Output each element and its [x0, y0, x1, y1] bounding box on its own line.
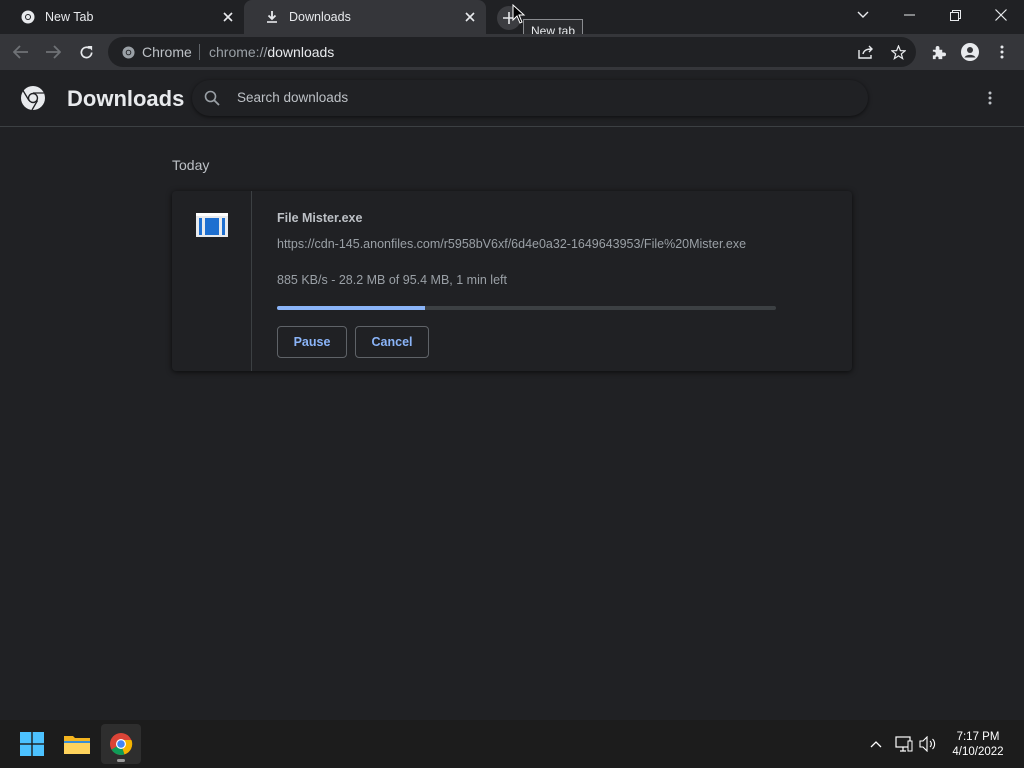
tab-search-icon[interactable]: [840, 0, 886, 30]
pause-button[interactable]: Pause: [277, 326, 347, 358]
site-label: Chrome: [142, 44, 192, 60]
chrome-logo-icon: [21, 86, 45, 111]
show-hidden-icons-icon[interactable]: [866, 734, 886, 754]
page-title: Downloads: [67, 86, 185, 111]
downloads-header: Downloads Search downloads: [0, 70, 1024, 127]
chrome-site-icon: [120, 44, 136, 60]
start-icon[interactable]: [12, 724, 52, 764]
download-progress-bar: [277, 306, 776, 310]
mouse-cursor-icon: [512, 4, 526, 24]
cancel-button[interactable]: Cancel: [355, 326, 429, 358]
search-icon: [204, 90, 220, 106]
clock-date: 4/10/2022: [952, 746, 1004, 758]
network-icon[interactable]: [894, 734, 914, 754]
file-icon-column: [172, 191, 252, 371]
clock-time: 7:17 PM: [956, 731, 1000, 743]
more-options-icon[interactable]: [976, 84, 1004, 112]
file-explorer-icon[interactable]: [57, 724, 97, 764]
bookmark-star-icon[interactable]: [883, 37, 913, 67]
reload-icon[interactable]: [71, 37, 101, 67]
extensions-icon[interactable]: [923, 37, 953, 67]
restore-icon[interactable]: [932, 0, 978, 30]
chrome-taskbar-icon[interactable]: [101, 724, 141, 764]
search-placeholder: Search downloads: [237, 90, 349, 105]
date-group-label: Today: [172, 157, 210, 173]
download-file-name[interactable]: File Mister.exe: [277, 211, 362, 225]
url-path: downloads: [267, 44, 335, 60]
search-downloads-input[interactable]: Search downloads: [192, 80, 868, 116]
back-icon[interactable]: [6, 37, 36, 67]
browser-toolbar: Chrome chrome://downloads: [0, 34, 1024, 70]
download-item: File Mister.exe https://cdn-145.anonfile…: [172, 191, 852, 371]
forward-icon[interactable]: [38, 37, 68, 67]
tab-title: Downloads: [289, 10, 351, 24]
minimize-icon[interactable]: [886, 0, 932, 30]
close-tab-icon[interactable]: [218, 7, 238, 27]
tab-downloads[interactable]: Downloads: [244, 0, 486, 34]
share-icon[interactable]: [851, 37, 881, 67]
chrome-icon: [20, 9, 36, 25]
download-icon: [264, 9, 280, 25]
download-status: 885 KB/s - 28.2 MB of 95.4 MB, 1 min lef…: [277, 273, 507, 287]
download-source-url[interactable]: https://cdn-145.anonfiles.com/r5958bV6xf…: [277, 237, 746, 251]
system-clock[interactable]: 7:17 PM 4/10/2022: [944, 730, 1012, 760]
windows-taskbar: 7:17 PM 4/10/2022: [0, 720, 1024, 768]
omnibox-divider: [199, 44, 200, 60]
close-window-icon[interactable]: [978, 0, 1024, 30]
close-tab-icon[interactable]: [460, 7, 480, 27]
executable-file-icon: [196, 213, 228, 237]
url-text: chrome://downloads: [209, 44, 334, 60]
address-bar[interactable]: Chrome chrome://downloads: [108, 37, 916, 67]
tab-new-tab[interactable]: New Tab: [0, 0, 244, 34]
download-progress-fill: [277, 306, 425, 310]
menu-icon[interactable]: [987, 37, 1017, 67]
profile-icon[interactable]: [955, 37, 985, 67]
volume-icon[interactable]: [918, 734, 938, 754]
url-scheme: chrome://: [209, 44, 268, 60]
active-app-indicator: [117, 759, 125, 762]
tab-title: New Tab: [45, 10, 94, 24]
